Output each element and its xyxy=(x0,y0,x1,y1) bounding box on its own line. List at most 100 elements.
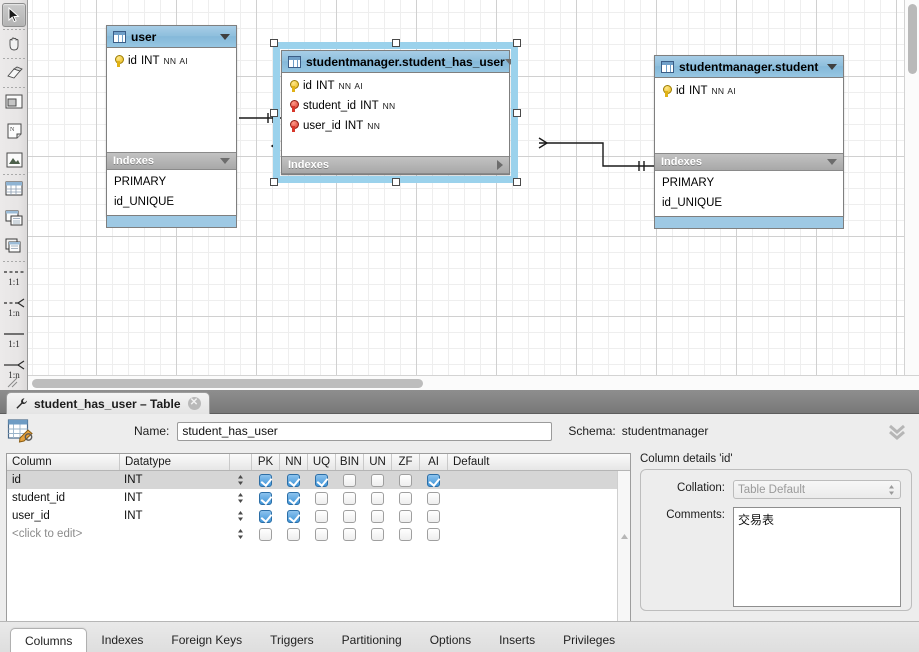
er-column-row[interactable]: id INT NN AI xyxy=(107,51,236,71)
resize-handle-s[interactable] xyxy=(391,178,400,186)
checkbox-zf[interactable] xyxy=(391,491,419,505)
tab-columns[interactable]: Columns xyxy=(10,628,88,652)
canvas-vertical-scrollbar[interactable] xyxy=(904,0,919,375)
grid-header-pk[interactable]: PK xyxy=(251,454,279,470)
er-table-student-index-list[interactable]: PRIMARY id_UNIQUE xyxy=(655,171,843,216)
tab-privileges[interactable]: Privileges xyxy=(549,628,629,652)
editor-bottom-tabs[interactable]: Columns Indexes Foreign Keys Triggers Pa… xyxy=(0,621,919,652)
chevron-double-down-icon[interactable] xyxy=(887,422,907,442)
resize-handle-e[interactable] xyxy=(513,108,521,117)
er-table-student-has-user-indexes-header[interactable]: Indexes xyxy=(282,156,509,174)
checkbox-pk[interactable] xyxy=(251,527,279,541)
editor-tab-strip[interactable]: student_has_user – Table ✕ xyxy=(0,390,919,414)
resize-handle-n[interactable] xyxy=(391,39,400,47)
relation-1-n-identifying-tool[interactable]: 1:n xyxy=(0,292,28,323)
table-row[interactable]: <click to edit> xyxy=(7,525,630,543)
datatype-stepper[interactable] xyxy=(229,474,251,486)
checkbox-pk[interactable] xyxy=(251,473,279,487)
er-table-user-header[interactable]: user xyxy=(107,26,236,48)
grid-header-ai[interactable]: AI xyxy=(419,454,447,470)
er-table-student-has-user-header[interactable]: studentmanager.student_has_user xyxy=(282,51,515,73)
resize-handle-sw[interactable] xyxy=(270,178,278,186)
grid-header-nn[interactable]: NN xyxy=(279,454,307,470)
tab-partitioning[interactable]: Partitioning xyxy=(328,628,416,652)
er-index-row[interactable]: PRIMARY xyxy=(107,172,236,192)
chevron-right-icon[interactable] xyxy=(497,160,503,170)
er-table-user-indexes-header[interactable]: Indexes xyxy=(107,152,236,170)
cell-column-name[interactable]: student_id xyxy=(7,489,119,507)
image-tool[interactable] xyxy=(0,145,28,174)
canvas-vertical-scroll-thumb[interactable] xyxy=(908,4,917,74)
tab-indexes[interactable]: Indexes xyxy=(87,628,157,652)
checkbox-un[interactable] xyxy=(363,491,391,505)
er-column-row[interactable]: user_id INT NN xyxy=(282,116,509,136)
table-row[interactable]: student_id INT xyxy=(7,489,630,507)
cell-datatype[interactable]: INT xyxy=(119,471,229,489)
resize-handle-nw[interactable] xyxy=(270,39,278,47)
er-column-row[interactable]: id INT NN AI xyxy=(282,76,509,96)
checkbox-uq[interactable] xyxy=(307,473,335,487)
er-index-row[interactable]: id_UNIQUE xyxy=(655,193,843,213)
er-column-row[interactable]: id INT NN AI xyxy=(655,81,843,101)
chevron-down-icon[interactable] xyxy=(827,159,837,165)
table-row[interactable]: user_id INT xyxy=(7,507,630,525)
canvas-horizontal-scrollbar[interactable] xyxy=(28,375,919,390)
chevron-down-icon[interactable] xyxy=(504,58,515,65)
checkbox-zf[interactable] xyxy=(391,509,419,523)
collation-select[interactable]: Table Default xyxy=(733,480,901,499)
grid-header-default[interactable]: Default xyxy=(447,454,630,470)
er-index-row[interactable]: PRIMARY xyxy=(655,173,843,193)
grid-header-column[interactable]: Column xyxy=(7,454,119,470)
er-index-row[interactable]: id_UNIQUE xyxy=(107,192,236,212)
pointer-tool[interactable] xyxy=(0,0,28,29)
er-table-student-has-user-body[interactable]: studentmanager.student_has_user id INT N… xyxy=(281,50,515,175)
tab-foreign-keys[interactable]: Foreign Keys xyxy=(157,628,256,652)
grid-header-datatype[interactable]: Datatype xyxy=(119,454,229,470)
resize-handle-ne[interactable] xyxy=(513,39,521,47)
checkbox-zf[interactable] xyxy=(391,527,419,541)
cell-column-name-placeholder[interactable]: <click to edit> xyxy=(7,525,119,543)
datatype-stepper[interactable] xyxy=(229,510,251,522)
checkbox-zf[interactable] xyxy=(391,473,419,487)
checkbox-bin[interactable] xyxy=(335,527,363,541)
close-icon[interactable]: ✕ xyxy=(187,397,201,410)
view-tool[interactable] xyxy=(0,203,28,232)
chevron-down-icon[interactable] xyxy=(220,158,230,164)
checkbox-bin[interactable] xyxy=(335,473,363,487)
checkbox-uq[interactable] xyxy=(307,509,335,523)
er-table-student-has-user[interactable]: studentmanager.student_has_user id INT N… xyxy=(270,39,521,186)
er-table-user-index-list[interactable]: PRIMARY id_UNIQUE xyxy=(107,170,236,215)
checkbox-nn[interactable] xyxy=(279,527,307,541)
tab-triggers[interactable]: Triggers xyxy=(256,628,328,652)
checkbox-bin[interactable] xyxy=(335,491,363,505)
er-table-student-body[interactable]: studentmanager.student id INT NN AI Index… xyxy=(654,55,844,217)
checkbox-un[interactable] xyxy=(363,527,391,541)
checkbox-nn[interactable] xyxy=(279,491,307,505)
canvas-horizontal-scroll-thumb[interactable] xyxy=(32,379,423,388)
checkbox-uq[interactable] xyxy=(307,527,335,541)
checkbox-ai[interactable] xyxy=(419,473,447,487)
relation-1-1-identifying-tool[interactable]: 1:1 xyxy=(0,261,28,292)
grid-header-bin[interactable]: BIN xyxy=(335,454,363,470)
datatype-stepper[interactable] xyxy=(229,528,251,540)
table-row[interactable]: id INT xyxy=(7,471,630,489)
checkbox-un[interactable] xyxy=(363,509,391,523)
er-table-user[interactable]: user id INT NN AI Indexes PRIMARY id_UNI… xyxy=(106,25,237,228)
er-table-user-columns[interactable]: id INT NN AI xyxy=(107,48,236,152)
checkbox-ai[interactable] xyxy=(419,509,447,523)
checkbox-pk[interactable] xyxy=(251,491,279,505)
eer-canvas[interactable]: user id INT NN AI Indexes PRIMARY id_UNI… xyxy=(28,0,919,390)
chevron-down-icon[interactable] xyxy=(220,33,230,40)
checkbox-un[interactable] xyxy=(363,473,391,487)
cell-column-name[interactable]: user_id xyxy=(7,507,119,525)
datatype-stepper[interactable] xyxy=(229,492,251,504)
left-toolbar[interactable]: N 1:1 1:n 1:1 1:n xyxy=(0,0,28,405)
checkbox-nn[interactable] xyxy=(279,509,307,523)
checkbox-ai[interactable] xyxy=(419,491,447,505)
er-table-student[interactable]: studentmanager.student id INT NN AI Index… xyxy=(654,55,844,229)
checkbox-pk[interactable] xyxy=(251,509,279,523)
er-column-row[interactable]: student_id INT NN xyxy=(282,96,509,116)
cell-datatype[interactable]: INT xyxy=(119,489,229,507)
grid-header-zf[interactable]: ZF xyxy=(391,454,419,470)
eraser-tool[interactable] xyxy=(0,58,28,87)
